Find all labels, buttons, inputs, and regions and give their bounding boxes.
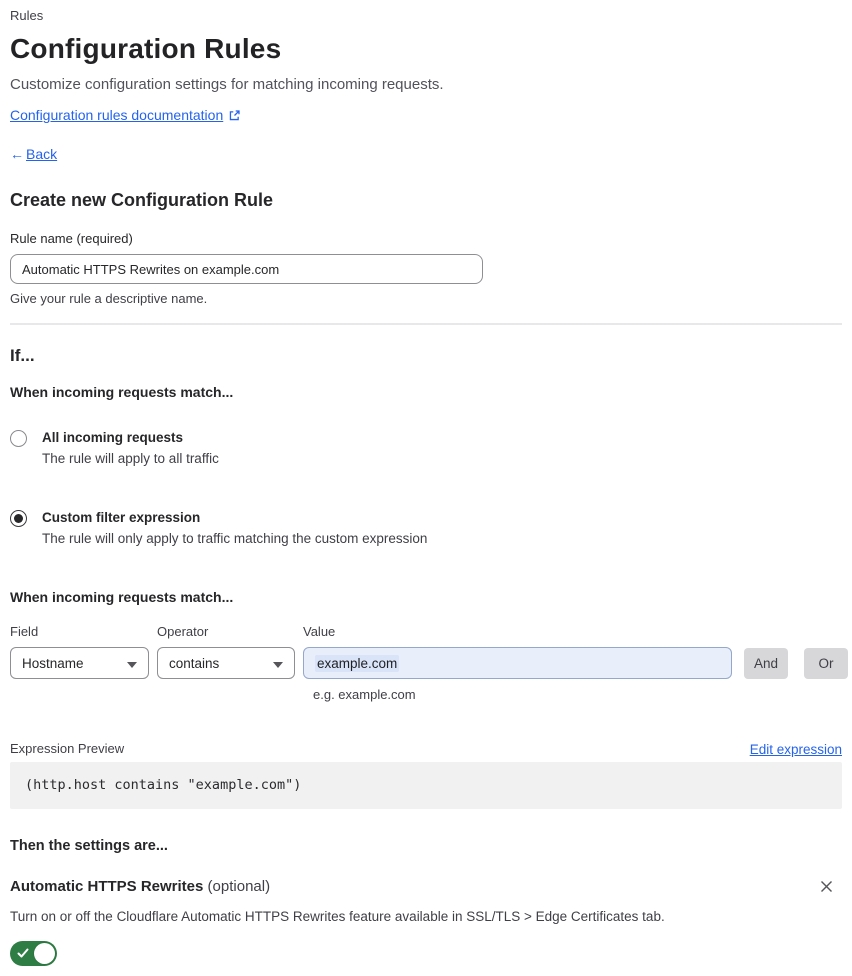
value-input[interactable]: example.com xyxy=(303,647,732,679)
external-link-icon xyxy=(228,109,241,122)
back-arrow-icon: ← xyxy=(10,146,24,162)
radio-option-label: All incoming requests xyxy=(42,430,184,445)
radio-option-description: The rule will only apply to traffic matc… xyxy=(42,531,428,546)
automatic-https-rewrites-toggle[interactable] xyxy=(10,941,57,966)
setting-optional-label: (optional) xyxy=(207,878,271,895)
setting-title: Automatic HTTPS Rewrites (optional) xyxy=(10,877,270,896)
operator-column-label: Operator xyxy=(157,624,209,639)
then-settings-heading: Then the settings are... xyxy=(10,838,168,854)
chevron-down-icon xyxy=(127,656,137,671)
back-link-row[interactable]: ← Back xyxy=(10,146,842,163)
match-type-label: When incoming requests match... xyxy=(10,384,234,400)
radio-option-label: Custom filter expression xyxy=(42,510,201,525)
field-select-value: Hostname xyxy=(22,655,84,671)
close-icon xyxy=(819,879,834,894)
expression-preview-code: (http.host contains "example.com") xyxy=(10,762,842,809)
expression-preview-label: Expression Preview xyxy=(10,741,125,756)
configuration-rules-page: Rules Configuration Rules Customize conf… xyxy=(0,0,852,976)
page-subtitle: Customize configuration settings for mat… xyxy=(10,76,444,93)
if-heading: If... xyxy=(10,346,35,365)
value-column-label: Value xyxy=(303,624,336,639)
breadcrumb: Rules xyxy=(10,8,44,23)
section-divider xyxy=(10,323,842,325)
rule-name-help: Give your rule a descriptive name. xyxy=(10,291,208,306)
field-select[interactable]: Hostname xyxy=(10,647,149,679)
expression-builder-heading: When incoming requests match... xyxy=(10,589,234,605)
operator-select-value: contains xyxy=(169,655,220,671)
back-link[interactable]: Back xyxy=(26,146,57,163)
value-input-text: example.com xyxy=(315,654,400,672)
operator-select[interactable]: contains xyxy=(157,647,295,679)
radio-option-description: The rule will apply to all traffic xyxy=(42,451,219,466)
expression-builder-row: Field Hostname Operator contains Value e… xyxy=(10,624,848,679)
radio-option-all-incoming-requests[interactable]: All incoming requests The rule will appl… xyxy=(10,429,842,467)
value-help-text: e.g. example.com xyxy=(313,687,416,702)
radio-option-custom-filter-expression[interactable]: Custom filter expression The rule will o… xyxy=(10,509,842,547)
create-rule-section-title: Create new Configuration Rule xyxy=(10,190,274,210)
edit-expression-link[interactable]: Edit expression xyxy=(750,742,842,757)
rule-name-label: Rule name (required) xyxy=(10,231,133,246)
or-button[interactable]: Or xyxy=(804,648,848,679)
and-button[interactable]: And xyxy=(744,648,788,679)
field-column-label: Field xyxy=(10,624,39,639)
setting-description: Turn on or off the Cloudflare Automatic … xyxy=(10,909,665,924)
radio-unselected-icon[interactable] xyxy=(10,430,27,447)
close-setting-button[interactable] xyxy=(817,877,836,896)
chevron-down-icon xyxy=(273,656,283,671)
page-title: Configuration Rules xyxy=(10,33,282,64)
documentation-link[interactable]: Configuration rules documentation xyxy=(10,107,223,124)
toggle-knob xyxy=(34,943,55,964)
check-icon xyxy=(17,947,29,962)
setting-title-name: Automatic HTTPS Rewrites xyxy=(10,878,204,895)
rule-name-input[interactable] xyxy=(10,254,483,284)
radio-selected-icon[interactable] xyxy=(10,510,27,527)
